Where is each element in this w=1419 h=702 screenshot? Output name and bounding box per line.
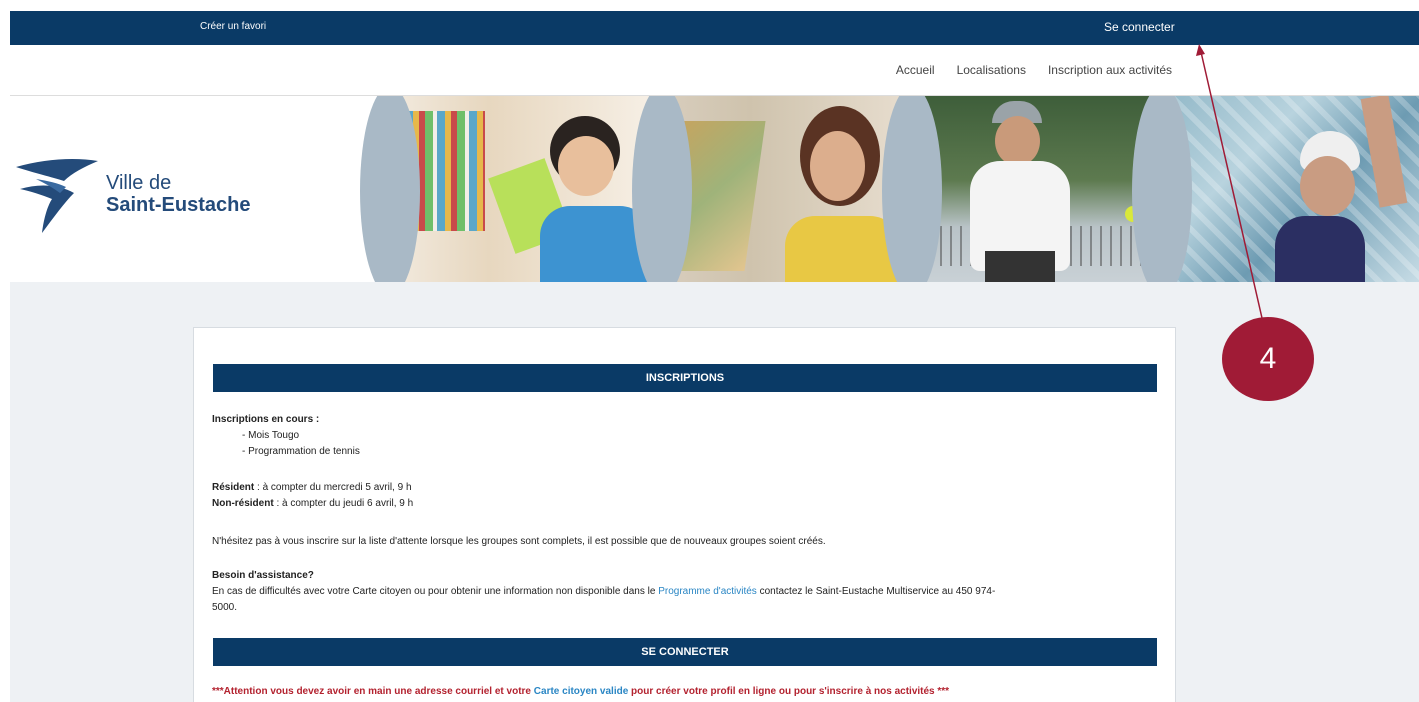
registration-card: INSCRIPTIONS Inscriptions en cours : - M… (193, 327, 1176, 702)
warning-text-1: ***Attention vous devez avoir en main un… (212, 686, 534, 697)
header-banner: Ville de Saint-Eustache (10, 95, 1419, 282)
banner-divider (360, 96, 420, 282)
top-bar: Créer un favori Se connecter (10, 11, 1419, 45)
nav-locations[interactable]: Localisations (957, 63, 1026, 77)
current-label: Inscriptions en cours : (212, 414, 320, 425)
assistance-text-2: contactez le Saint-Eustache Multiservice… (756, 586, 996, 597)
current-registrations: Inscriptions en cours : - Mois Tougo - P… (212, 412, 360, 460)
callout-number-badge: 4 (1222, 317, 1314, 401)
waitlist-text: N'hésitez pas à vous inscrire sur la lis… (212, 536, 826, 547)
logo-line-1: Ville de (106, 172, 172, 194)
swallow-logo-icon (16, 159, 98, 233)
assistance-title: Besoin d'assistance? (212, 570, 314, 581)
assistance-block: Besoin d'assistance? En cas de difficult… (212, 568, 1157, 616)
banner-divider (1132, 96, 1192, 282)
warning-line: ***Attention vous devez avoir en main un… (212, 684, 949, 700)
nonresident-text: : à compter du jeudi 6 avril, 9 h (273, 498, 414, 509)
logo-line-2: Saint-Eustache (106, 194, 251, 216)
nav-home[interactable]: Accueil (896, 63, 935, 77)
assistance-text-3: 5000. (212, 602, 238, 613)
banner-divider (882, 96, 942, 282)
current-item-1: - Mois Tougo (242, 430, 300, 441)
login-link[interactable]: Se connecter (1104, 20, 1175, 34)
photo-library-child (380, 96, 650, 282)
main-nav: Accueil Localisations Inscription aux ac… (896, 63, 1172, 77)
nav-activity-registration[interactable]: Inscription aux activités (1048, 63, 1172, 77)
nonresident-label: Non-résident (212, 498, 274, 509)
city-logo[interactable]: Ville de Saint-Eustache (14, 153, 250, 235)
login-heading: SE CONNECTER (213, 638, 1157, 666)
valid-citizen-card-link[interactable]: Carte citoyen valide (534, 686, 628, 697)
resident-label: Résident (212, 482, 255, 493)
banner-divider (632, 96, 692, 282)
resident-text: : à compter du mercredi 5 avril, 9 h (254, 482, 412, 493)
current-item-2: - Programmation de tennis (242, 446, 360, 457)
registration-dates: Résident : à compter du mercredi 5 avril… (212, 480, 413, 512)
banner-photos (360, 96, 1419, 282)
warning-text-2: pour créer votre profil en ligne ou pour… (628, 686, 950, 697)
create-favorite-link[interactable]: Créer un favori (200, 21, 266, 32)
activities-program-link[interactable]: Programme d'activités (658, 586, 757, 597)
inscriptions-heading: INSCRIPTIONS (213, 364, 1157, 392)
assistance-text-1: En cas de difficultés avec votre Carte c… (212, 586, 659, 597)
